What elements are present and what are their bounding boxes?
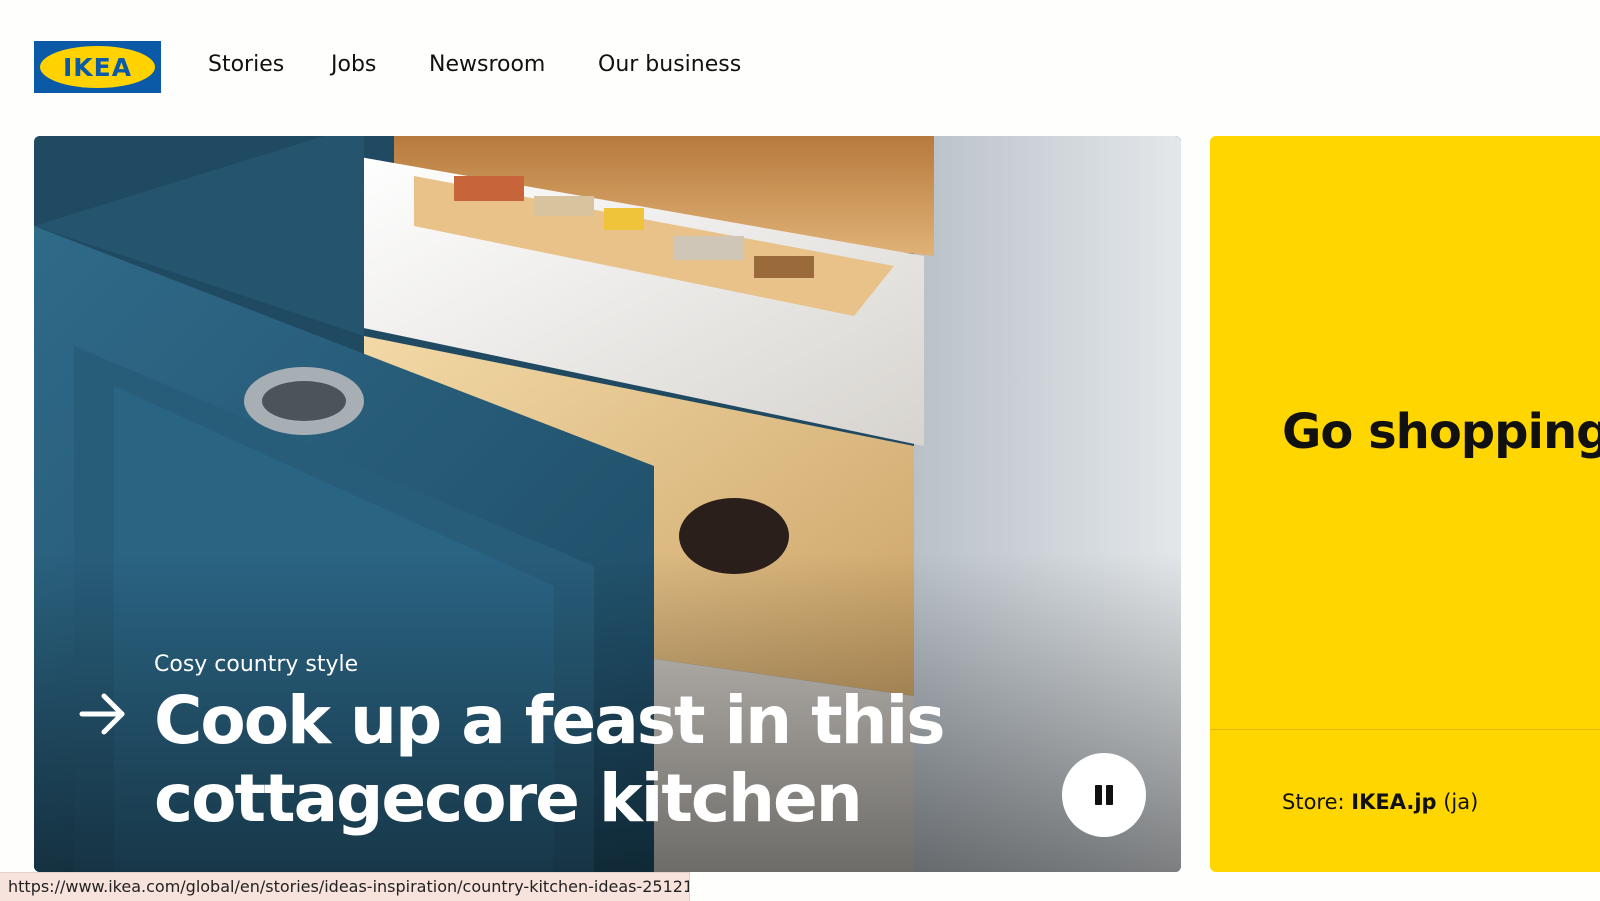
nav-our-business-link[interactable]: Our business — [598, 52, 741, 77]
site-header: IKEA Stories Jobs Newsroom Our business — [0, 0, 1600, 134]
hero-kicker: Cosy country style — [154, 652, 359, 677]
store-name: IKEA.jp — [1351, 790, 1437, 814]
browser-status-bar-url: https://www.ikea.com/global/en/stories/i… — [0, 872, 690, 901]
nav-stories-link[interactable]: Stories — [208, 52, 284, 77]
logo-text: IKEA — [62, 52, 133, 82]
store-prefix: Store: — [1282, 790, 1352, 814]
arrow-right-icon — [79, 693, 125, 735]
nav-newsroom-link[interactable]: Newsroom — [429, 52, 545, 77]
store-language: (ja) — [1436, 790, 1479, 814]
ikea-logo[interactable]: IKEA — [34, 41, 161, 93]
carousel-pause-button[interactable] — [1062, 753, 1146, 837]
hero-title-link[interactable]: Cook up a feast in this cottagecore kitc… — [154, 682, 954, 838]
go-shopping-title[interactable]: Go shopping — [1282, 404, 1600, 460]
panel-divider — [1210, 729, 1600, 730]
pause-icon — [1093, 785, 1115, 805]
store-selector[interactable]: Store: IKEA.jp (ja) — [1282, 790, 1478, 814]
hero-card[interactable]: Cosy country style Cook up a feast in th… — [34, 136, 1181, 872]
go-shopping-panel[interactable]: Go shopping Store: IKEA.jp (ja) — [1210, 136, 1600, 872]
logo-oval: IKEA — [40, 46, 155, 88]
nav-jobs-link[interactable]: Jobs — [331, 52, 376, 77]
